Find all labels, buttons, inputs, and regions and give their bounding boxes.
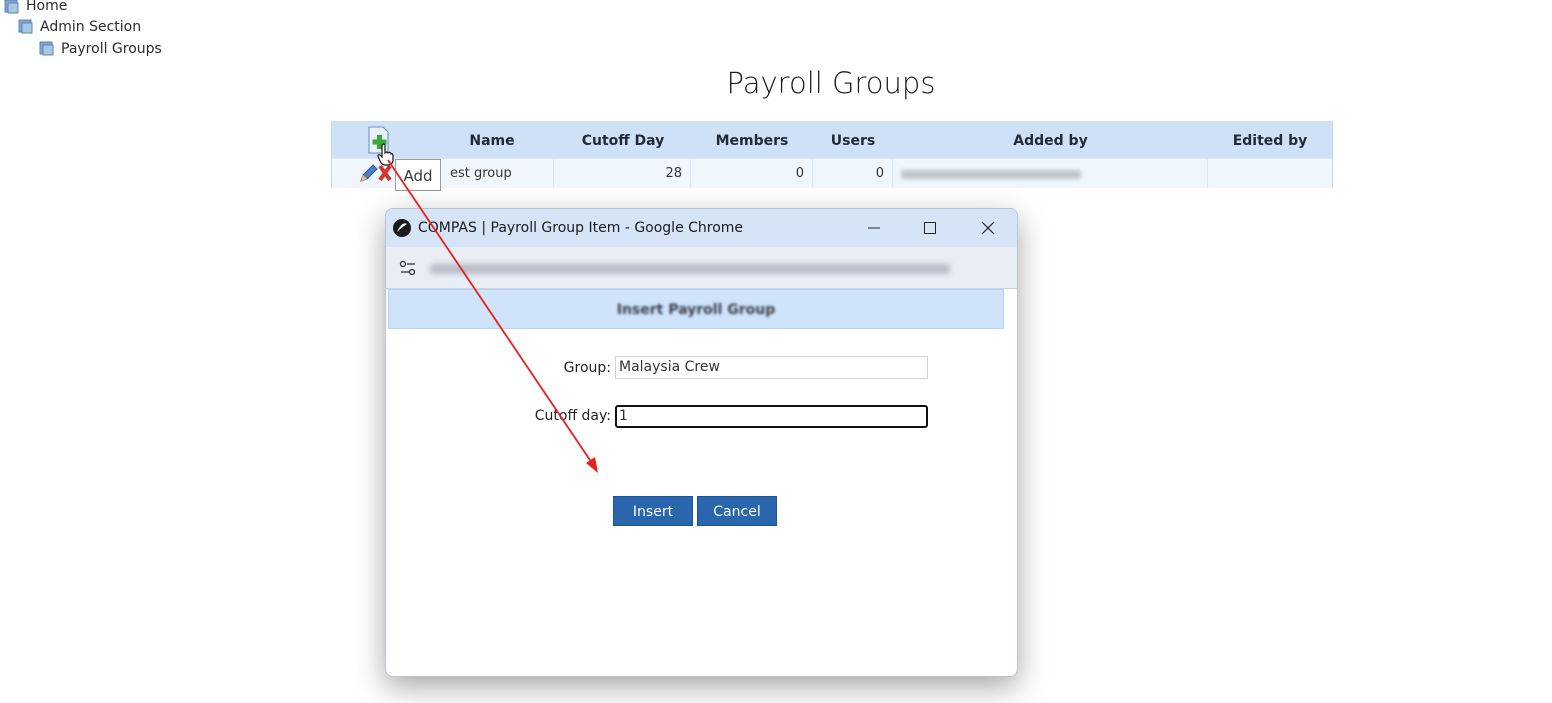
annotation-arrow [387,159,598,473]
